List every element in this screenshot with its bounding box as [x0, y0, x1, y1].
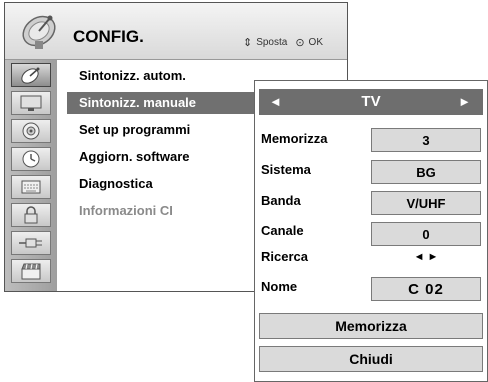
- monitor-icon: [20, 95, 42, 111]
- menu-item-diagnostics[interactable]: Diagnostica: [67, 173, 153, 195]
- category-sidebar: [5, 60, 57, 291]
- category-lock[interactable]: [11, 203, 51, 227]
- right-arrow-icon[interactable]: ►: [458, 94, 471, 109]
- menu-item-software-update[interactable]: Aggiorn. software: [67, 146, 190, 168]
- name-field[interactable]: C 02: [371, 277, 481, 301]
- clock-icon: [22, 150, 40, 168]
- channel-field[interactable]: 0: [371, 222, 481, 246]
- store-label: Memorizza: [261, 131, 328, 146]
- menu-item-manual-tuning[interactable]: Sintonizz. manuale: [67, 92, 269, 114]
- search-arrows[interactable]: ◄ ►: [371, 251, 481, 263]
- manual-tuning-panel: ◄ TV ► Memorizza 3 Sistema BG Banda V/UH…: [254, 80, 488, 382]
- ok-button-icon: ⊙: [295, 37, 305, 49]
- close-button[interactable]: Chiudi: [259, 346, 483, 372]
- band-field[interactable]: V/UHF: [371, 191, 481, 215]
- category-satellite[interactable]: [11, 63, 51, 87]
- lock-icon: [24, 206, 38, 224]
- band-label: Banda: [261, 193, 301, 208]
- category-audio[interactable]: [11, 119, 51, 143]
- menu-header: CONFIG. ⇕ Sposta ⊙ OK: [5, 3, 347, 60]
- search-label: Ricerca: [261, 249, 308, 264]
- menu-item-ci-information: Informazioni CI: [79, 203, 173, 218]
- menu-item-program-setup[interactable]: Set up programmi: [67, 119, 190, 141]
- source-label: TV: [361, 93, 381, 110]
- store-number-field[interactable]: 3: [371, 128, 481, 152]
- satellite-dish-icon: [19, 9, 59, 51]
- cable-plug-icon: [19, 238, 42, 248]
- category-time[interactable]: [11, 147, 51, 171]
- menu-item-auto-tuning[interactable]: Sintonizz. autom.: [67, 65, 186, 87]
- page-title: CONFIG.: [73, 27, 144, 46]
- move-arrows-icon: ⇕: [242, 37, 253, 49]
- keyboard-icon: [21, 180, 41, 194]
- category-media[interactable]: [11, 259, 51, 283]
- system-field[interactable]: BG: [371, 160, 481, 184]
- channel-label: Canale: [261, 223, 304, 238]
- category-picture[interactable]: [11, 91, 51, 115]
- hint-ok-label: OK: [308, 37, 323, 48]
- store-button[interactable]: Memorizza: [259, 313, 483, 339]
- system-label: Sistema: [261, 162, 311, 177]
- navigation-hint: ⇕ Sposta ⊙ OK: [243, 36, 323, 49]
- speaker-icon: [22, 122, 40, 140]
- clapperboard-icon: [21, 263, 41, 280]
- category-option[interactable]: [11, 175, 51, 199]
- name-label: Nome: [261, 279, 298, 294]
- source-selector[interactable]: ◄ TV ►: [259, 89, 483, 115]
- hint-move-label: Sposta: [256, 37, 288, 48]
- satellite-dish-icon: [21, 67, 40, 84]
- category-input[interactable]: [11, 231, 51, 255]
